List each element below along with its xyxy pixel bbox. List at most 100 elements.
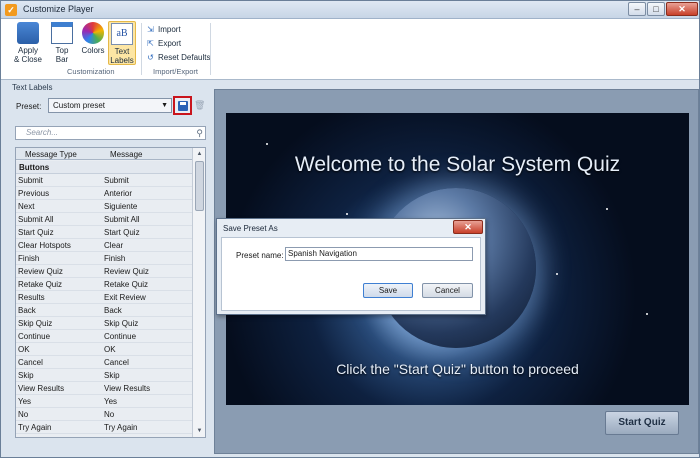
- message-cell[interactable]: Anterior: [104, 187, 132, 200]
- table-row[interactable]: View Results View Results: [16, 382, 192, 395]
- panel-title: Text Labels: [12, 83, 53, 92]
- table-row[interactable]: Yes Yes: [16, 395, 192, 408]
- dialog-save-button[interactable]: Save: [363, 283, 413, 298]
- message-cell[interactable]: Submit All: [104, 213, 140, 226]
- scroll-up-icon[interactable]: ▲: [193, 148, 205, 160]
- message-type-cell: Finish: [18, 254, 40, 263]
- table-row[interactable]: Clear Hotspots Clear: [16, 239, 192, 252]
- text-labels-label-1: Text: [114, 47, 130, 56]
- message-cell[interactable]: Clear: [104, 239, 123, 252]
- table-row[interactable]: Continue Continue: [16, 330, 192, 343]
- table-body: Buttons Submit Submit Previous Anterior Next…: [16, 161, 192, 437]
- column-header-message-type[interactable]: Message Type: [25, 150, 77, 159]
- minimize-button[interactable]: –: [628, 2, 646, 16]
- message-cell[interactable]: Skip Quiz: [104, 317, 138, 330]
- apply-icon: [17, 22, 39, 44]
- apply-close-button[interactable]: Apply & Close: [11, 22, 45, 64]
- table-row[interactable]: Finish Finish: [16, 252, 192, 265]
- ribbon-divider: [141, 23, 142, 75]
- group-label-customization: Customization: [67, 67, 115, 76]
- group-label-import-export: Import/Export: [153, 67, 199, 76]
- reset-defaults-label: Reset Defaults: [158, 53, 211, 62]
- table-row[interactable]: Submit All Submit All: [16, 213, 192, 226]
- message-cell[interactable]: Finish: [104, 252, 125, 265]
- table-row[interactable]: No No: [16, 408, 192, 421]
- customize-player-window: ✓ Customize Player – □ ✕ Apply & Close T…: [0, 0, 700, 458]
- table-header: Message Type Message: [16, 148, 192, 160]
- message-cell[interactable]: Cancel: [104, 356, 129, 369]
- preset-dropdown-value: Custom preset: [53, 101, 106, 110]
- messages-table: Message Type Message Buttons Submit Submi…: [15, 147, 206, 438]
- table-row[interactable]: Results Exit Review: [16, 291, 192, 304]
- table-row[interactable]: Cancel Cancel: [16, 356, 192, 369]
- close-button[interactable]: ✕: [666, 2, 698, 16]
- message-type-cell: OK: [18, 345, 30, 354]
- scroll-thumb[interactable]: [195, 161, 204, 211]
- message-cell[interactable]: Start Quiz: [104, 226, 140, 239]
- title-bar: ✓ Customize Player – □ ✕: [1, 1, 699, 19]
- export-label: Export: [158, 39, 182, 48]
- section-header-buttons[interactable]: Buttons: [16, 161, 192, 174]
- message-type-cell: Cancel: [18, 358, 43, 367]
- scroll-down-icon[interactable]: ▼: [193, 425, 205, 437]
- save-preset-button[interactable]: [173, 96, 192, 115]
- message-cell[interactable]: OK: [104, 343, 116, 356]
- star: [606, 208, 608, 210]
- message-type-cell: Retake Quiz: [18, 280, 63, 289]
- table-row[interactable]: Back Back: [16, 304, 192, 317]
- message-cell[interactable]: Submit: [104, 174, 129, 187]
- table-row[interactable]: Retake Quiz Retake Quiz: [16, 278, 192, 291]
- reset-icon: ↺: [147, 53, 154, 62]
- dialog-cancel-button[interactable]: Cancel: [422, 283, 473, 298]
- message-cell[interactable]: Back: [104, 304, 122, 317]
- search-input[interactable]: Search... ⚲: [15, 126, 206, 140]
- import-icon: ⇲: [147, 25, 154, 34]
- table-row[interactable]: Review Quiz Review Quiz: [16, 265, 192, 278]
- start-quiz-button[interactable]: Start Quiz: [605, 411, 679, 435]
- save-preset-dialog: Save Preset As ✕ Preset name: Spanish Na…: [216, 218, 486, 315]
- import-button[interactable]: ⇲ Import: [146, 25, 181, 34]
- table-row[interactable]: Skip Skip: [16, 369, 192, 382]
- apply-close-label-2: & Close: [13, 55, 42, 64]
- message-cell[interactable]: Done: [104, 434, 123, 437]
- message-type-cell: Try Again: [18, 423, 52, 432]
- table-row[interactable]: Next Siguiente: [16, 200, 192, 213]
- table-row[interactable]: Skip Quiz Skip Quiz: [16, 317, 192, 330]
- message-cell[interactable]: Retake Quiz: [104, 278, 148, 291]
- import-label: Import: [158, 25, 181, 34]
- message-cell[interactable]: Continue: [104, 330, 136, 343]
- column-header-message[interactable]: Message: [110, 150, 142, 159]
- message-cell[interactable]: Try Again: [104, 421, 138, 434]
- preset-dropdown[interactable]: Custom preset ▼: [48, 98, 172, 113]
- top-bar-button[interactable]: Top Bar: [47, 22, 77, 64]
- text-labels-button[interactable]: aB Text Labels: [108, 21, 136, 65]
- preset-name-input[interactable]: Spanish Navigation: [285, 247, 473, 261]
- table-row[interactable]: Submit Submit: [16, 174, 192, 187]
- message-cell[interactable]: Exit Review: [104, 291, 146, 304]
- message-type-cell: Results: [18, 293, 45, 302]
- message-type-cell: Skip: [18, 371, 34, 380]
- star: [556, 273, 558, 275]
- message-cell[interactable]: Siguiente: [104, 200, 137, 213]
- table-row[interactable]: OK OK: [16, 343, 192, 356]
- colors-button[interactable]: Colors: [79, 22, 107, 55]
- export-button[interactable]: ⇱ Export: [146, 39, 181, 48]
- table-row[interactable]: Try Again Try Again: [16, 421, 192, 434]
- maximize-button[interactable]: □: [647, 2, 665, 16]
- vertical-scrollbar[interactable]: ▲ ▼: [192, 148, 205, 437]
- delete-preset-button[interactable]: 🗑: [194, 100, 205, 111]
- table-row[interactable]: Start Quiz Start Quiz: [16, 226, 192, 239]
- table-row[interactable]: Previous Anterior: [16, 187, 192, 200]
- message-type-cell: View Results: [18, 384, 65, 393]
- color-wheel-icon: [82, 22, 104, 44]
- message-type-cell: Start Quiz: [18, 228, 54, 237]
- message-cell[interactable]: View Results: [104, 382, 150, 395]
- message-cell[interactable]: Skip: [104, 369, 120, 382]
- dialog-close-button[interactable]: ✕: [453, 220, 483, 234]
- table-row[interactable]: Delay submit button Done: [16, 434, 192, 437]
- reset-defaults-button[interactable]: ↺ Reset Defaults: [146, 53, 210, 62]
- message-cell[interactable]: Review Quiz: [104, 265, 149, 278]
- message-cell[interactable]: No: [104, 408, 114, 421]
- message-cell[interactable]: Yes: [104, 395, 117, 408]
- ribbon-toolbar: Apply & Close Top Bar Colors aB Text Lab…: [1, 19, 699, 80]
